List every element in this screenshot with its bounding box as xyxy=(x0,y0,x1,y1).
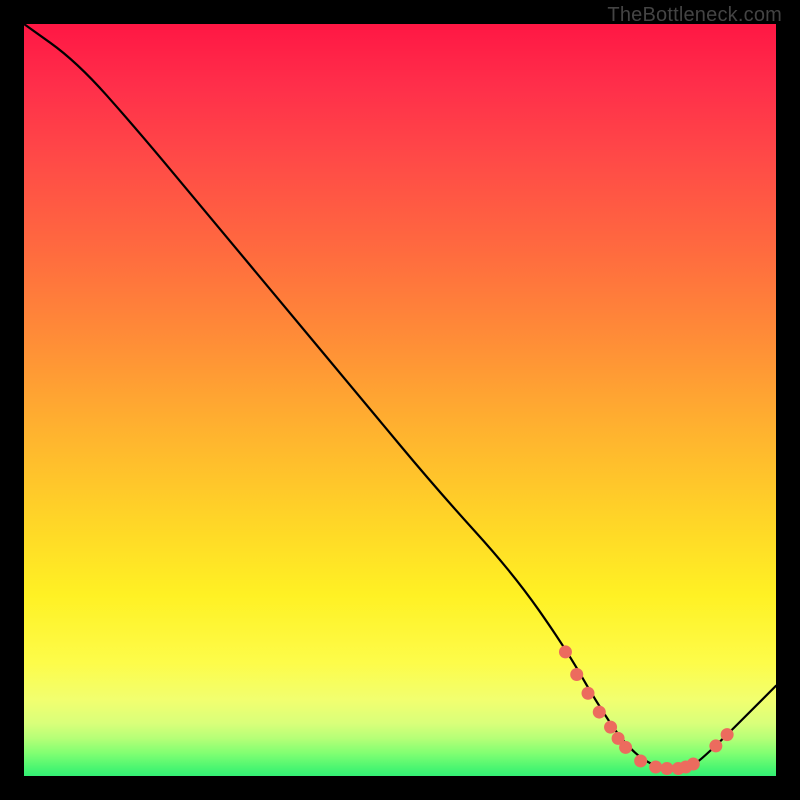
marker-dot xyxy=(604,721,617,734)
marker-dot xyxy=(582,687,595,700)
plot-area xyxy=(24,24,776,776)
markers-group xyxy=(559,645,734,775)
marker-dot xyxy=(570,668,583,681)
curve-path xyxy=(24,24,776,768)
marker-dot xyxy=(709,739,722,752)
chart-svg xyxy=(24,24,776,776)
marker-dot xyxy=(593,706,606,719)
watermark-text: TheBottleneck.com xyxy=(607,4,782,27)
marker-dot xyxy=(660,762,673,775)
marker-dot xyxy=(619,741,632,754)
marker-dot xyxy=(687,757,700,770)
marker-dot xyxy=(649,760,662,773)
marker-dot xyxy=(559,645,572,658)
marker-dot xyxy=(721,728,734,741)
marker-dot xyxy=(634,754,647,767)
